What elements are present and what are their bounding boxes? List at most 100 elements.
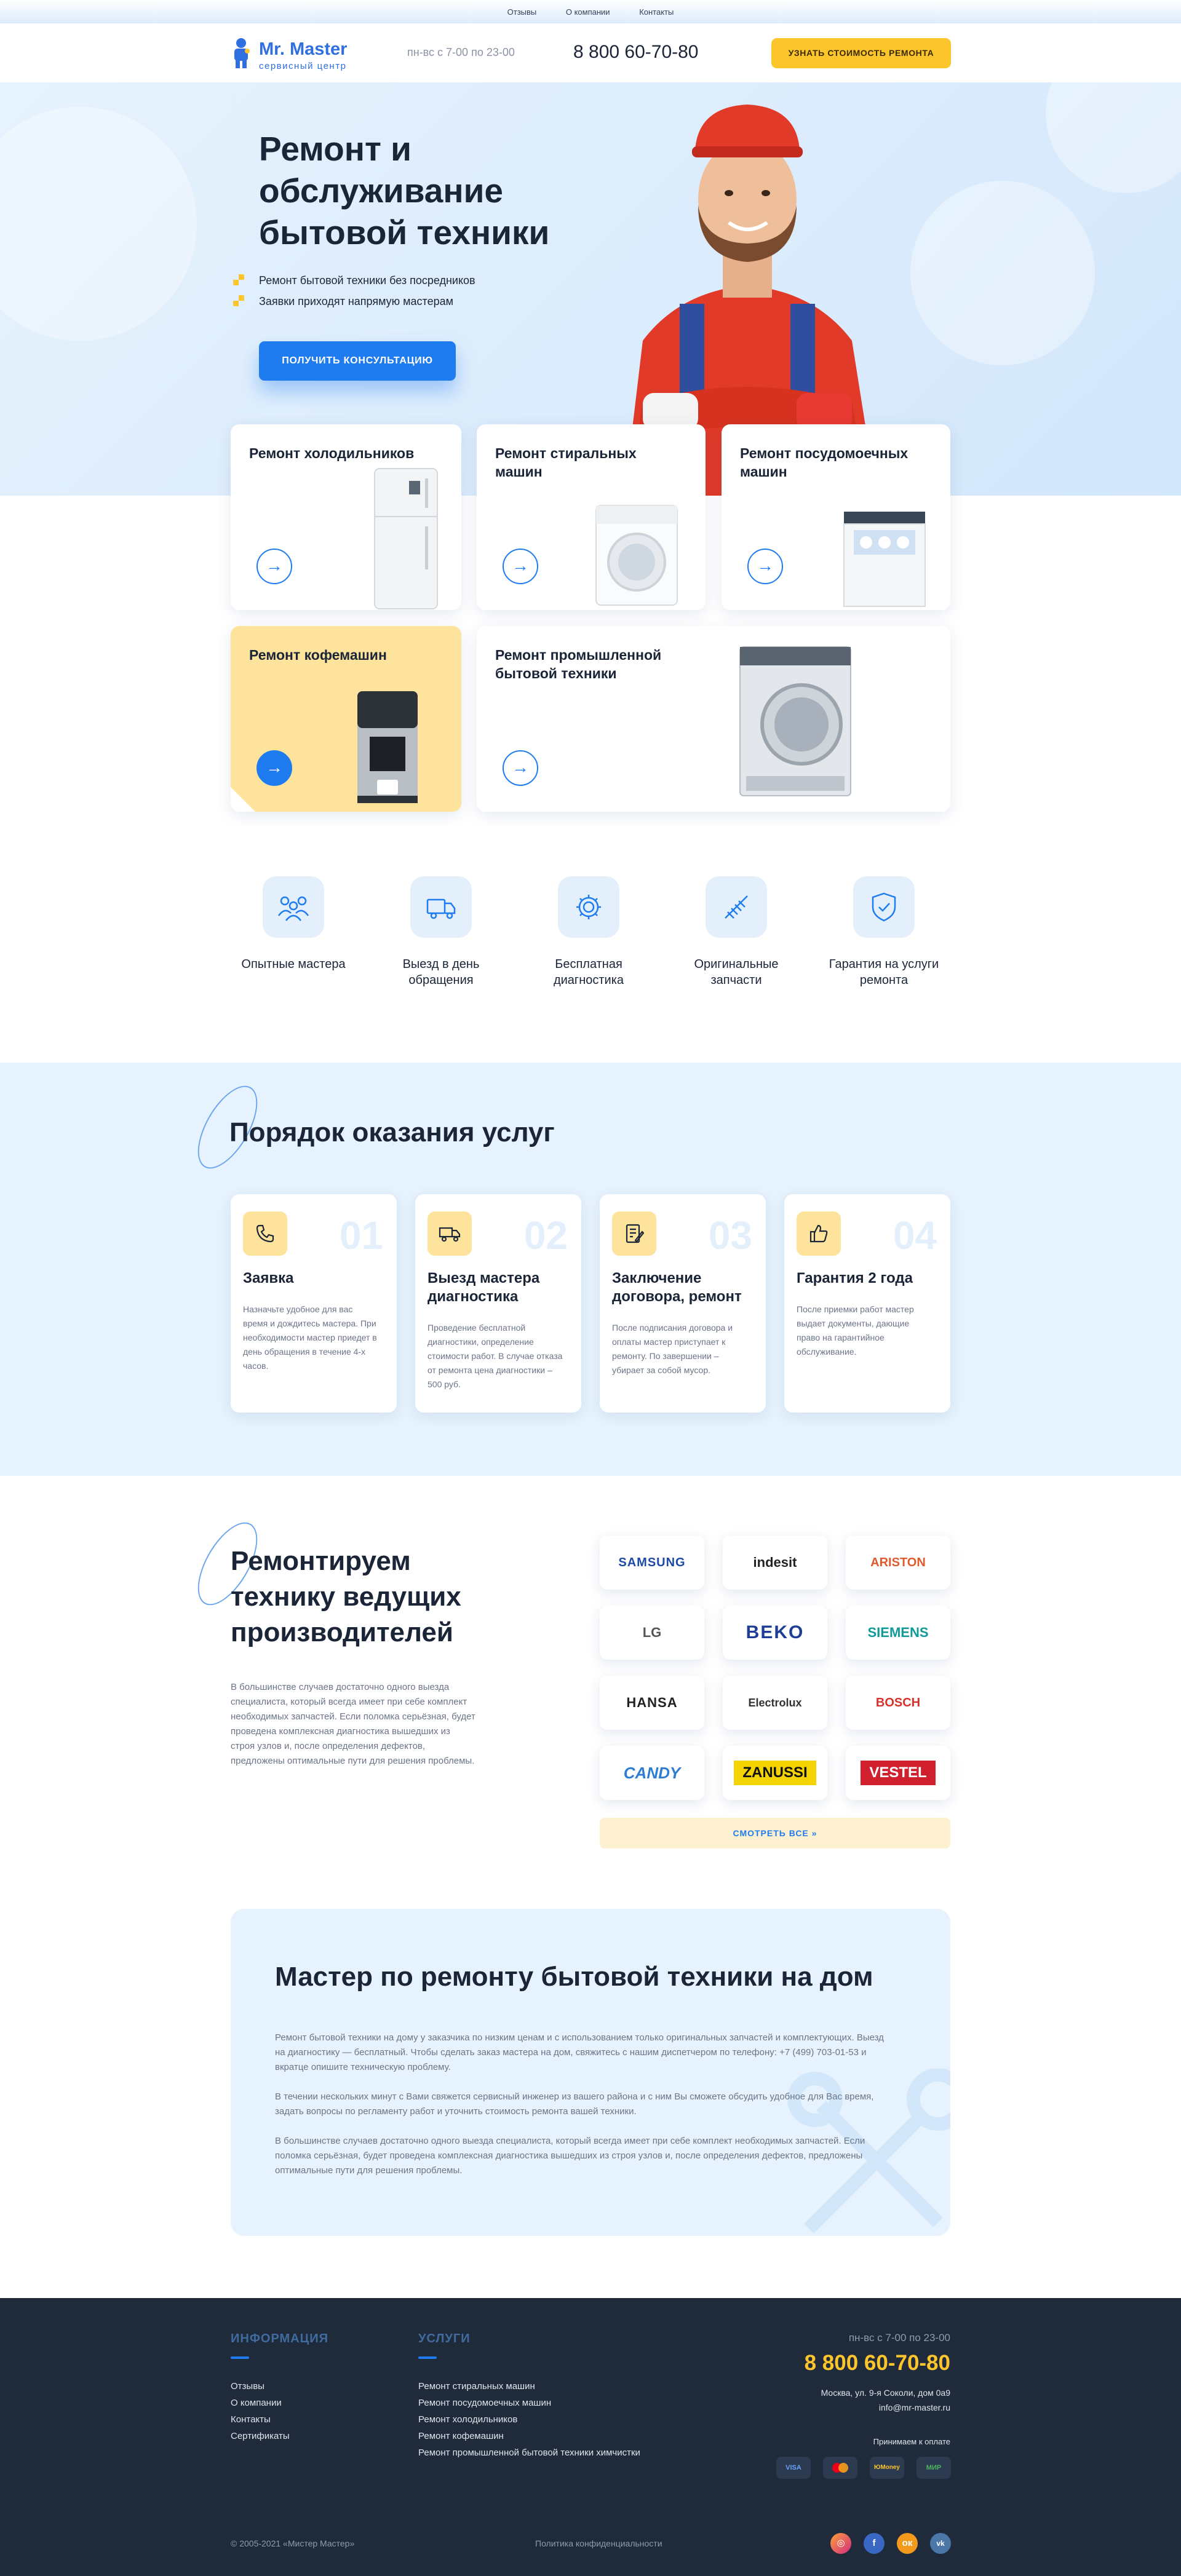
top-nav-about[interactable]: О компании — [566, 7, 610, 17]
feature-same-day: Выезд в день обращения — [373, 876, 509, 988]
header: Mr. Master сервисный центр пн-вс с 7-00 … — [0, 23, 1181, 82]
brand-zanussi-logo[interactable]: ZANUSSI — [723, 1746, 827, 1800]
repair-cost-button[interactable]: УЗНАТЬ СТОИМОСТЬ РЕМОНТА — [771, 38, 951, 68]
step-text: Проведение бесплатной диагностики, опред… — [427, 1323, 563, 1389]
brand-beko-logo[interactable]: BEKO — [723, 1606, 827, 1660]
footer-link[interactable]: Ремонт промышленной бытовой техники химч… — [418, 2444, 640, 2461]
spring-icon — [706, 876, 767, 938]
service-card-washers[interactable]: Ремонт стиральных машин → — [477, 424, 706, 610]
step-title: Гарантия 2 года — [797, 1270, 913, 1286]
brand-candy-logo[interactable]: CANDY — [600, 1746, 704, 1800]
step-number: 01 — [339, 1213, 383, 1258]
washer-image — [595, 505, 678, 606]
brand-indesit-logo[interactable]: indesit — [723, 1536, 827, 1590]
instagram-icon[interactable]: ◎ — [830, 2533, 851, 2554]
footer-pay-title: Принимаем к оплате — [873, 2437, 950, 2446]
arrow-right-icon[interactable]: → — [503, 549, 538, 584]
service-card-title: Ремонт промышленной бытовой техники — [495, 647, 662, 681]
top-nav-reviews[interactable]: Отзывы — [507, 7, 537, 17]
footer-link[interactable]: Ремонт стиральных машин — [418, 2378, 640, 2395]
footer-link[interactable]: Ремонт холодильников — [418, 2411, 640, 2428]
service-card-fridges[interactable]: Ремонт холодильников → — [231, 424, 461, 610]
feature-label: Выезд в день обращения — [402, 957, 480, 987]
service-card-industrial[interactable]: Ремонт промышленной бытовой техники → — [477, 626, 950, 812]
feature-free-diagnostics: Бесплатная диагностика — [521, 876, 656, 988]
brand-ariston-logo[interactable]: ARISTON — [846, 1536, 950, 1590]
dishwasher-image — [843, 512, 926, 607]
service-card-title: Ремонт холодильников — [249, 445, 415, 461]
service-card-coffee[interactable]: Ремонт кофемашин → — [231, 626, 461, 812]
see-all-brands-button[interactable]: СМОТРЕТЬ ВСЕ » — [600, 1818, 950, 1849]
footer-info-heading: ИНФОРМАЦИЯ — [231, 2332, 328, 2359]
mir-icon: МИР — [917, 2457, 951, 2479]
footer-link[interactable]: Отзывы — [231, 2378, 290, 2395]
top-nav: Отзывы О компании Контакты — [0, 7, 1181, 17]
copyright: © 2005-2021 «Мистер Мастер» — [231, 2538, 355, 2548]
master-mascot-icon — [234, 38, 250, 68]
feature-label: Гарантия на услуги ремонта — [829, 957, 939, 987]
logo[interactable]: Mr. Master сервисный центр — [231, 36, 372, 71]
odnoklassniki-icon[interactable]: ок — [897, 2533, 918, 2554]
arrow-right-icon[interactable]: → — [747, 549, 783, 584]
footer-link[interactable]: Ремонт посудомоечных машин — [418, 2395, 640, 2411]
footer-link[interactable]: Контакты — [231, 2411, 290, 2428]
footer-services-heading: УСЛУГИ — [418, 2332, 471, 2359]
card-corner — [722, 585, 746, 610]
master-title: Мастер по ремонту бытовой техники на дом — [275, 1962, 873, 1992]
arrow-right-icon[interactable]: → — [256, 750, 292, 786]
brand-bosch-logo[interactable]: BOSCH — [846, 1676, 950, 1730]
step-card: 03 Заключение договора, ремонт После под… — [600, 1194, 766, 1413]
step-number: 04 — [893, 1213, 937, 1258]
card-corner — [477, 585, 501, 610]
brand-lg-logo[interactable]: LG — [600, 1606, 704, 1660]
step-card: 02 Выезд мастера диагностика Проведение … — [415, 1194, 581, 1413]
brand-siemens-logo[interactable]: SIEMENS — [846, 1606, 950, 1660]
feature-label: Бесплатная диагностика — [553, 957, 624, 987]
footer-link[interactable]: Ремонт кофемашин — [418, 2428, 640, 2444]
master-section: Мастер по ремонту бытовой техники на дом… — [231, 1909, 950, 2236]
coffee-machine-image — [357, 691, 418, 803]
brand-hansa-logo[interactable]: HANSA — [600, 1676, 704, 1730]
arrow-right-icon[interactable]: → — [503, 750, 538, 786]
brand-vestel-logo[interactable]: VESTEL — [846, 1746, 950, 1800]
step-number: 03 — [708, 1213, 752, 1258]
header-hours: пн-вс с 7-00 по 23-00 — [407, 46, 515, 58]
privacy-link[interactable]: Политика конфиденциальности — [535, 2538, 662, 2548]
hero-decor — [910, 181, 1095, 365]
fridge-image — [374, 468, 438, 609]
card-corner — [231, 787, 255, 812]
arrow-right-icon[interactable]: → — [256, 549, 292, 584]
service-card-dishwashers[interactable]: Ремонт посудомоечных машин → — [722, 424, 950, 610]
master-paragraph: Ремонт бытовой техники на дому у заказчи… — [275, 2032, 884, 2072]
gear-icon — [558, 876, 619, 938]
facebook-icon[interactable]: f — [864, 2533, 885, 2554]
service-card-title: Ремонт стиральных машин — [495, 445, 637, 480]
footer-link[interactable]: Сертификаты — [231, 2428, 290, 2444]
logo-title: Mr. Master — [259, 39, 348, 59]
card-corner — [231, 585, 255, 610]
step-number: 02 — [523, 1213, 568, 1258]
hero-bullets: Ремонт бытовой техники без посредников З… — [233, 273, 475, 315]
logo-subtitle: сервисный центр — [259, 61, 347, 71]
step-title: Выезд мастера диагностика — [427, 1270, 540, 1305]
brand-samsung-logo[interactable]: SAMSUNG — [600, 1536, 704, 1590]
header-phone[interactable]: 8 800 60-70-80 — [573, 42, 699, 63]
top-nav-contacts[interactable]: Контакты — [639, 7, 674, 17]
brand-electrolux-logo[interactable]: Electrolux — [723, 1676, 827, 1730]
brands-title: Ремонтируем технику ведущих производител… — [231, 1546, 461, 1647]
footer-link[interactable]: О компании — [231, 2395, 290, 2411]
step-text: После приемки работ мастер выдает докуме… — [797, 1304, 914, 1357]
footer-email[interactable]: info@mr-master.ru — [879, 2403, 950, 2412]
process-section — [0, 1063, 1181, 1476]
thumbs-up-icon — [797, 1211, 841, 1256]
consultation-button[interactable]: ПОЛУЧИТЬ КОНСУЛЬТАЦИЮ — [259, 341, 456, 381]
step-text: Назначьте удобное для вас время и дождит… — [243, 1304, 377, 1371]
step-title: Заявка — [243, 1270, 294, 1286]
hero-decor — [0, 107, 197, 341]
truck-icon — [427, 1211, 472, 1256]
vk-icon[interactable]: vk — [930, 2533, 951, 2554]
footer-service-links: Ремонт стиральных машин Ремонт посудомое… — [418, 2378, 640, 2461]
vestel-label: VESTEL — [861, 1761, 936, 1785]
feature-experienced: Опытные мастера — [226, 876, 361, 972]
footer-phone[interactable]: 8 800 60-70-80 — [805, 2351, 950, 2376]
